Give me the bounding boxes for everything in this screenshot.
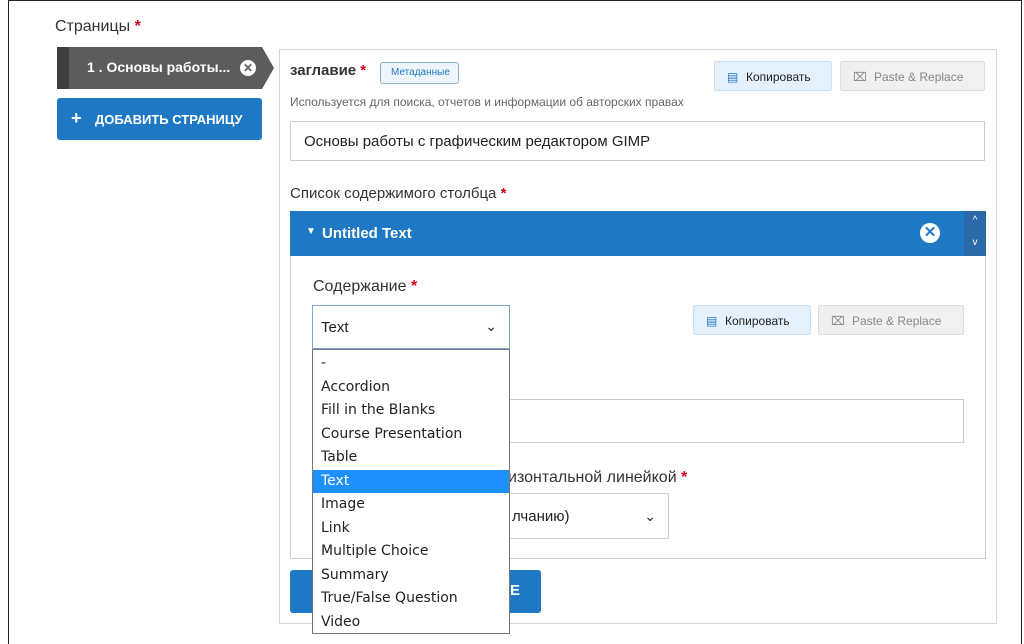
required-marker: * (406, 278, 418, 295)
copy-button[interactable]: ▤ Копировать (714, 61, 832, 91)
horizontal-rule-label: изонтальной линейкой * (508, 469, 688, 486)
reorder-control[interactable]: ^ v (964, 211, 986, 256)
dropdown-option[interactable]: - (313, 352, 509, 375)
add-page-label: ДОБАВИТЬ СТРАНИЦУ (95, 112, 243, 127)
required-marker: * (496, 185, 507, 202)
dropdown-option[interactable]: Course Presentation (313, 423, 509, 446)
page-tab[interactable]: 1 . Основы работы... ✕ (57, 47, 274, 89)
copy-icon: ▤ (727, 70, 739, 84)
content-paste-replace-button[interactable]: ⌧ Paste & Replace (818, 305, 964, 335)
page-tab-arrow (262, 47, 274, 89)
dropdown-option[interactable]: Link (313, 517, 509, 540)
close-icon[interactable]: ✕ (240, 60, 256, 76)
caret-down-icon[interactable]: ▼ (306, 226, 316, 237)
pages-title: Страницы * (55, 18, 141, 35)
required-marker: * (676, 469, 688, 486)
paste-replace-button[interactable]: ⌧ Paste & Replace (840, 61, 985, 91)
close-icon[interactable]: ✕ (920, 223, 940, 243)
text-input[interactable] (494, 399, 964, 443)
content-type-select[interactable]: Text ⌄ (312, 305, 510, 349)
paste-icon: ⌧ (831, 314, 845, 328)
title-input[interactable]: Основы работы с графическим редактором G… (290, 121, 985, 161)
copy-button-label: Копировать (746, 70, 811, 84)
title-field-description: Используется для поиска, отчетов и инфор… (290, 95, 684, 109)
dropdown-option[interactable]: Summary (313, 564, 509, 587)
page-tab-handle[interactable] (57, 47, 69, 89)
copy-button-label: Копировать (725, 314, 790, 328)
metadata-button[interactable]: Метаданные (380, 62, 459, 84)
dropdown-option[interactable]: Multiple Choice (313, 540, 509, 563)
move-down-icon[interactable]: v (964, 237, 986, 248)
add-column-item-label: E (510, 582, 521, 599)
chevron-down-icon: ⌄ (644, 508, 656, 524)
column-item-header[interactable]: ▼ Untitled Text ✕ ^ v (290, 211, 986, 256)
dropdown-option[interactable]: Table (313, 446, 509, 469)
content-type-dropdown[interactable]: - Accordion Fill in the Blanks Course Prese… (312, 349, 510, 634)
title-field-label: заглавие * (290, 62, 367, 79)
content-type-selected: Text (321, 319, 349, 336)
dropdown-option[interactable]: Text (313, 469, 509, 493)
chevron-down-icon: ⌄ (485, 318, 497, 334)
copy-icon: ▤ (706, 314, 718, 328)
dropdown-option[interactable]: True/False Question (313, 587, 509, 610)
dropdown-option[interactable]: Video (313, 611, 509, 634)
page-tab-label: 1 . Основы работы... (87, 59, 231, 75)
column-item-title: Untitled Text (322, 225, 412, 242)
paste-button-label: Paste & Replace (874, 70, 964, 84)
content-field-label: Содержание * (313, 278, 418, 295)
horizontal-rule-value: лчанию) (512, 508, 570, 525)
required-marker: * (356, 62, 367, 79)
plus-icon: + (71, 108, 82, 128)
dropdown-option[interactable]: Fill in the Blanks (313, 399, 509, 422)
required-marker: * (130, 18, 141, 35)
column-list-label: Список содержимого столбца * (290, 185, 507, 202)
move-up-icon[interactable]: ^ (964, 215, 986, 226)
paste-icon: ⌧ (853, 70, 867, 84)
dropdown-option[interactable]: Image (313, 493, 509, 516)
title-input-value: Основы работы с графическим редактором G… (304, 133, 651, 150)
paste-button-label: Paste & Replace (852, 314, 942, 328)
dropdown-option[interactable]: Accordion (313, 376, 509, 399)
add-page-button[interactable]: + ДОБАВИТЬ СТРАНИЦУ (57, 98, 262, 140)
content-copy-button[interactable]: ▤ Копировать (693, 305, 811, 335)
horizontal-rule-select[interactable]: лчанию) ⌄ (494, 493, 669, 539)
